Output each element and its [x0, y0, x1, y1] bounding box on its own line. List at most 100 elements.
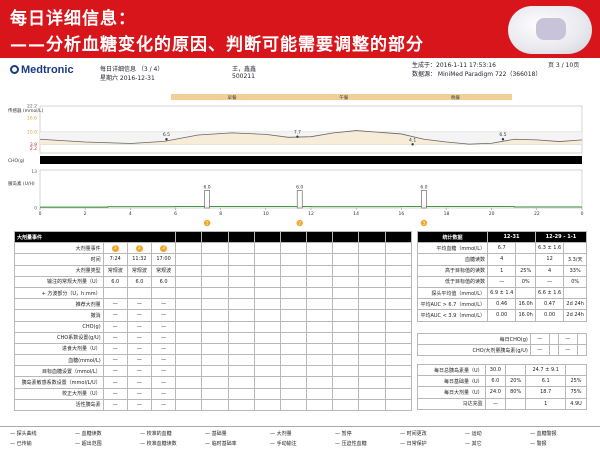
row-label: CHO(g) — [14, 320, 104, 333]
empty-cell — [358, 376, 386, 389]
x-tick-label: 8 — [219, 211, 222, 217]
row-label: 时间 — [14, 253, 104, 266]
empty-cell — [253, 320, 281, 333]
report-title: 每日详细信息 （3 / 4） — [100, 66, 164, 73]
legend-item: — 探头曲线 — [10, 431, 37, 437]
empty-cell — [279, 309, 308, 322]
empty-cell — [175, 253, 203, 266]
empty-cell — [201, 354, 229, 367]
legend-item: — 校准血糖读数 — [140, 441, 177, 447]
row-label: 活性胰岛素 — [14, 398, 104, 412]
title-banner: 每日详细信息： ——分析血糖变化的原因、判断可能需要调整的部分 — [0, 0, 600, 58]
row-value — [565, 363, 587, 377]
empty-cell — [332, 264, 360, 277]
insulin-pump-icon — [508, 6, 592, 54]
row-value: — — [102, 331, 128, 344]
legend-item: — 压迫性血糖 — [335, 441, 367, 447]
empty-header-cell — [358, 230, 386, 244]
empty-cell — [227, 331, 255, 344]
row-value: 常规波 — [102, 264, 128, 277]
row-value: 6.9 ± 1.4 — [486, 286, 517, 300]
row-label: 血糖读数 — [417, 253, 488, 266]
medtronic-logo: Medtronic — [10, 64, 74, 76]
empty-cell — [253, 331, 281, 344]
row-value: 2d 24h — [563, 298, 587, 311]
empty-cell — [332, 331, 360, 344]
empty-cell — [227, 264, 255, 277]
empty-cell — [227, 354, 255, 367]
legend-item: — 其它 — [465, 441, 482, 447]
patient-name: 王，鑫鑫 — [232, 66, 257, 73]
empty-header-cell — [175, 230, 203, 244]
empty-cell — [227, 320, 255, 333]
row-value — [515, 253, 536, 266]
row-value — [576, 332, 588, 346]
row-value: — — [529, 332, 550, 346]
table-row: 大剂量类型 常规波 常规波 常规波 — [14, 264, 413, 277]
row-value: — — [529, 344, 550, 357]
row-value: 6.0 — [150, 275, 177, 288]
legend-item: — 日常保护 — [400, 441, 427, 447]
table-row: + 方波部分（U，h:mm） — [14, 286, 413, 300]
cho-table: 每日CHO(g) — — CHO/大剂量胰岛素(g/U) — — — [417, 332, 588, 357]
empty-cell — [227, 286, 255, 300]
empty-cell — [332, 376, 360, 389]
empty-cell — [201, 376, 229, 389]
empty-cell — [358, 354, 386, 367]
empty-cell — [175, 354, 203, 367]
empty-cell — [279, 398, 308, 412]
row-value: — — [126, 298, 153, 311]
legend-item: — 超出范围 — [75, 441, 102, 447]
row-label: 推荐大剂量 — [14, 298, 104, 311]
empty-cell — [201, 242, 229, 255]
empty-cell — [201, 275, 229, 288]
x-tick-label: 22 — [534, 211, 540, 217]
row-value: — — [126, 387, 153, 400]
row-label: 校正大剂量（U） — [14, 387, 104, 400]
row-value: 33% — [563, 264, 587, 277]
row-value: — — [486, 275, 517, 288]
event-number-badge: 3 — [160, 244, 168, 252]
legend-item: — 手动输注 — [270, 441, 297, 447]
row-value: 6.1 — [525, 375, 566, 388]
empty-cell — [175, 387, 203, 400]
empty-cell — [253, 398, 281, 412]
row-value — [505, 363, 527, 377]
bg-reading-label: 6.5 — [163, 132, 170, 138]
empty-cell — [332, 286, 360, 300]
legend-item: — 运动 — [465, 431, 482, 437]
empty-cell — [332, 320, 360, 333]
empty-cell — [227, 365, 255, 378]
insulin-tick-label: 0 — [34, 206, 37, 212]
empty-cell — [279, 253, 308, 266]
empty-cell — [358, 253, 386, 266]
empty-cell — [227, 298, 255, 311]
bolus-bar — [421, 190, 427, 209]
empty-cell — [332, 398, 360, 412]
bg-reading-label: 6.5 — [499, 132, 506, 138]
table-row: 推荐大剂量 — — — — [14, 298, 413, 311]
empty-cell — [279, 264, 308, 277]
patient-id: 500211 — [232, 73, 255, 80]
empty-cell — [201, 387, 229, 400]
row-value: 24.7 ± 9.1 — [525, 363, 566, 377]
empty-cell — [306, 286, 334, 300]
row-value: — — [126, 331, 153, 344]
row-label: 每日大剂量（U） — [417, 386, 486, 399]
empty-cell — [306, 387, 334, 400]
empty-cell — [253, 354, 281, 367]
row-value: — — [557, 344, 578, 357]
report-date: 星期六 2016-12-31 — [100, 75, 155, 82]
row-label: 撤消 — [14, 309, 104, 322]
empty-cell — [306, 253, 334, 266]
row-value: 常规波 — [150, 264, 177, 277]
row-value — [505, 397, 527, 410]
legend-item: — 血糖警报 — [530, 431, 557, 437]
row-value: — — [150, 387, 177, 400]
table-row: 撤消 — — — — [14, 309, 413, 322]
banner-subtitle: ——分析血糖变化的原因、判断可能需要调整的部分 — [10, 35, 424, 55]
empty-cell — [253, 286, 281, 300]
empty-cell — [253, 253, 281, 266]
empty-cell — [306, 309, 334, 322]
row-value: — — [150, 342, 177, 356]
